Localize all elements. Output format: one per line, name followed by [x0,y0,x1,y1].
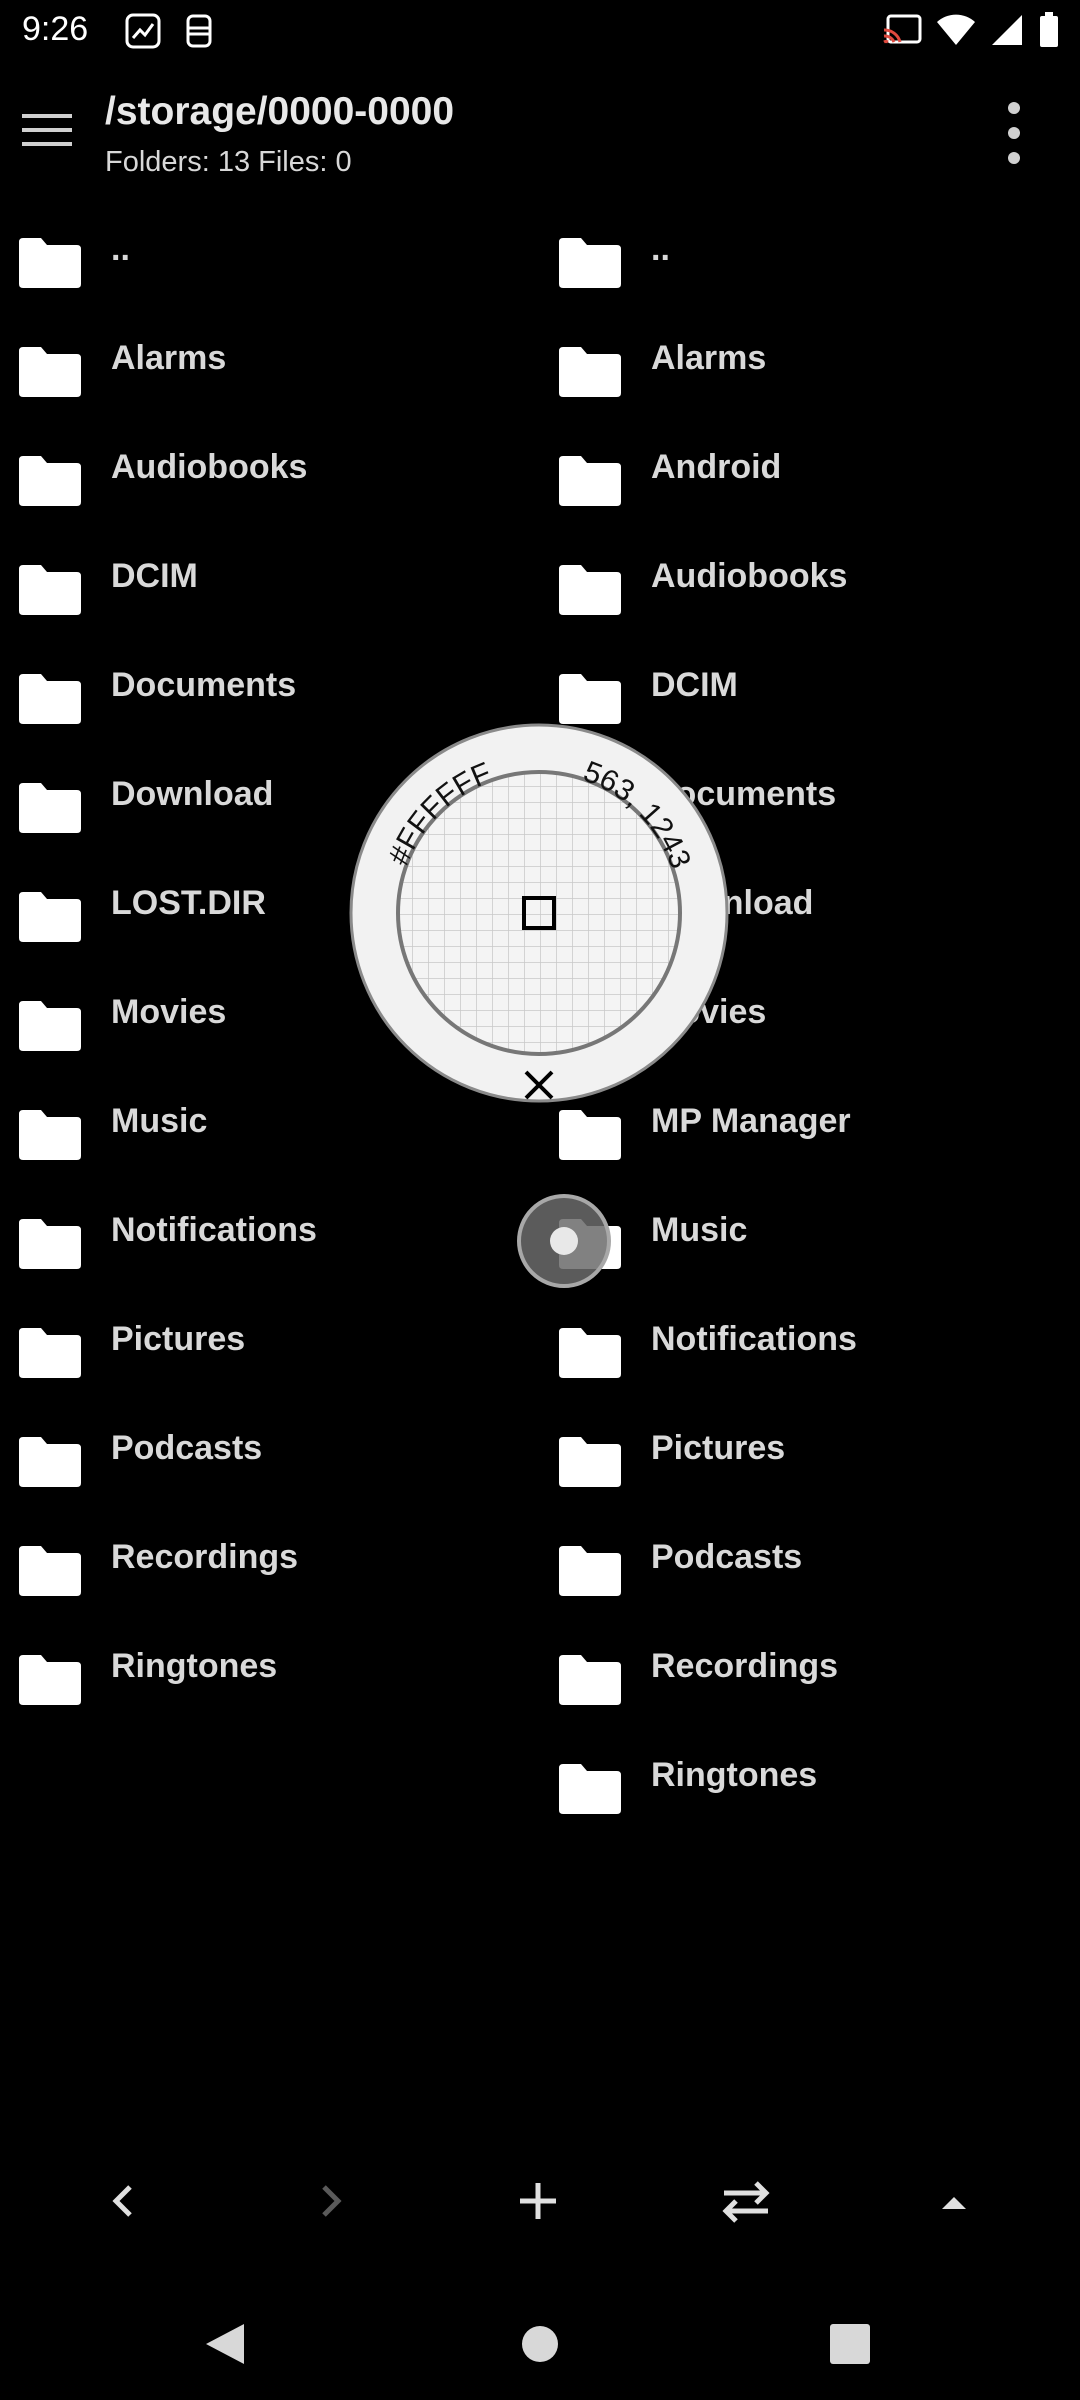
folder-row[interactable]: .. [0,200,540,309]
folder-row[interactable]: Audiobooks [0,418,540,527]
folder-name: LOST.DIR [111,884,266,922]
folder-name: MP Manager [651,1102,851,1140]
folder-icon [557,343,623,399]
folder-name: Audiobooks [651,557,848,595]
touch-indicator [516,1193,612,1289]
folder-icon [17,343,83,399]
wifi-icon [936,13,976,52]
folder-row[interactable]: Recordings [540,1617,1080,1726]
folder-icon [17,1106,83,1162]
folder-name: .. [111,230,130,268]
folder-row[interactable]: Notifications [540,1290,1080,1399]
folder-row[interactable]: Pictures [540,1399,1080,1508]
folder-row[interactable]: .. [540,200,1080,309]
folder-icon [557,452,623,508]
status-bar: 9:26 [0,0,1080,64]
folder-name: Recordings [651,1647,839,1685]
battery-icon [1038,11,1060,53]
folder-row[interactable]: Alarms [0,309,540,418]
folder-row[interactable]: Audiobooks [540,527,1080,636]
recents-square-icon[interactable] [820,2314,880,2374]
folder-icon [17,1651,83,1707]
folder-icon [17,779,83,835]
folder-name: Recordings [111,1538,299,1576]
folder-name: Music [111,1102,208,1140]
folder-name: DCIM [651,666,738,704]
folder-name: Music [651,1211,748,1249]
folder-name: Alarms [651,339,767,377]
plus-icon[interactable] [508,2171,568,2231]
folder-file-count: Folders: 13 Files: 0 [105,146,352,178]
folder-name: Notifications [111,1211,317,1249]
menu-icon[interactable] [22,110,82,156]
arrow-up-icon[interactable] [924,2171,984,2231]
chevron-right-icon[interactable] [300,2171,360,2231]
folder-icon [17,561,83,617]
folder-icon [557,1433,623,1489]
folder-icon [17,997,83,1053]
folder-name: Audiobooks [111,448,308,486]
folder-name: Notifications [651,1320,857,1358]
status-icons [882,10,1060,54]
folder-icon [17,1215,83,1271]
status-time: 9:26 [22,10,89,48]
folder-icon [557,1651,623,1707]
folder-name: Ringtones [651,1756,818,1794]
folder-icon [557,561,623,617]
system-nav-bar [0,2290,1080,2400]
folder-row[interactable]: Android [540,418,1080,527]
home-circle-icon[interactable] [510,2314,570,2374]
folder-icon [17,234,83,290]
folder-icon [17,1542,83,1598]
folder-row[interactable]: Ringtones [540,1726,1080,1835]
folder-name: Alarms [111,339,227,377]
folder-name: Podcasts [111,1429,263,1467]
folder-row[interactable]: Alarms [540,309,1080,418]
folder-row[interactable]: Podcasts [0,1399,540,1508]
folder-name: Download [111,775,274,813]
folder-name: Podcasts [651,1538,803,1576]
cast-icon [882,14,922,51]
more-vert-icon[interactable] [996,98,1032,168]
folder-icon [17,1324,83,1380]
folder-row[interactable]: Podcasts [540,1508,1080,1617]
folder-icon [557,1542,623,1598]
folder-icon [17,670,83,726]
folder-icon [557,1106,623,1162]
folder-name: Pictures [111,1320,246,1358]
color-picker-magnifier[interactable]: #FFFFFF 563, 1243 [348,722,730,1104]
current-path: /storage/0000-0000 [105,90,455,133]
folder-row[interactable]: DCIM [0,527,540,636]
folder-icon [557,670,623,726]
folder-row[interactable]: Notifications [0,1181,540,1290]
folder-name: .. [651,230,670,268]
back-triangle-icon[interactable] [196,2314,256,2374]
folder-row[interactable]: Recordings [0,1508,540,1617]
folder-name: Movies [111,993,227,1031]
bottom-toolbar [0,2155,1080,2245]
lock-screen-icon [182,12,216,55]
app-bar: /storage/0000-0000 Folders: 13 Files: 0 [0,64,1080,204]
folder-name: Ringtones [111,1647,278,1685]
folder-row[interactable]: Music [540,1181,1080,1290]
folder-icon [17,1433,83,1489]
folder-row[interactable]: Ringtones [0,1617,540,1726]
folder-name: Pictures [651,1429,786,1467]
chevron-left-icon[interactable] [94,2171,154,2231]
folder-icon [17,452,83,508]
folder-name: Documents [111,666,297,704]
folder-icon [557,1760,623,1816]
swap-icon[interactable] [716,2171,776,2231]
signal-icon [990,13,1024,52]
folder-icon [557,234,623,290]
folder-icon [17,888,83,944]
trending-chart-icon [124,12,162,55]
folder-icon [557,1324,623,1380]
folder-name: Android [651,448,782,486]
folder-name: DCIM [111,557,198,595]
folder-row[interactable]: Pictures [0,1290,540,1399]
